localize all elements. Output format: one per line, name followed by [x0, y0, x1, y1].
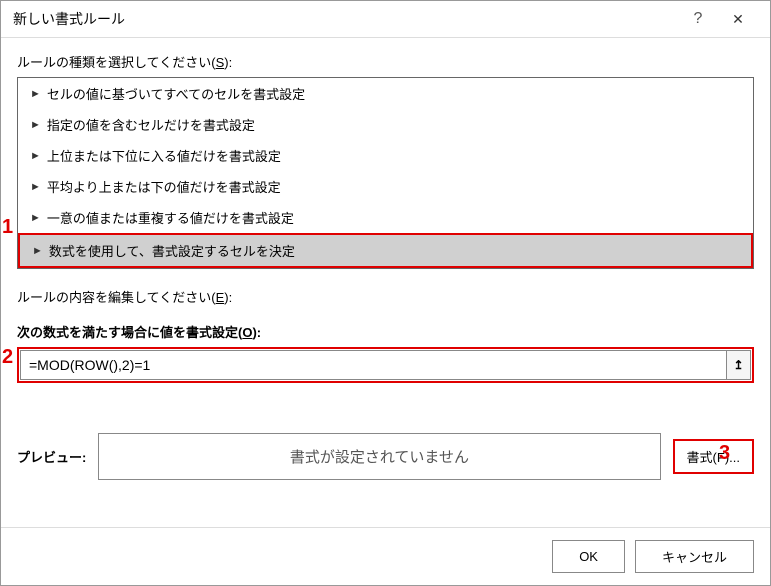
close-button[interactable]: ✕: [718, 11, 758, 28]
rule-type-section-label: ルールの種類を選択してください(S):: [17, 52, 754, 71]
arrow-icon: ►: [30, 150, 41, 162]
preview-row: プレビュー: 書式が設定されていません 書式(F)...: [17, 433, 754, 480]
dialog-content: ルールの種類を選択してください(S): ► セルの値に基づいてすべてのセルを書式…: [1, 38, 770, 527]
rule-type-item-0[interactable]: ► セルの値に基づいてすべてのセルを書式設定: [18, 78, 753, 109]
preview-box: 書式が設定されていません: [98, 433, 660, 480]
collapse-icon: ↥: [733, 358, 743, 372]
formula-label: 次の数式を満たす場合に値を書式設定(O):: [17, 322, 754, 341]
rule-type-item-3[interactable]: ► 平均より上または下の値だけを書式設定: [18, 171, 753, 202]
help-button[interactable]: ?: [678, 10, 718, 28]
range-selector-button[interactable]: ↥: [727, 350, 751, 380]
formula-input[interactable]: [20, 350, 727, 380]
cancel-button[interactable]: キャンセル: [635, 540, 754, 573]
arrow-icon: ►: [32, 245, 43, 257]
arrow-icon: ►: [30, 181, 41, 193]
format-button[interactable]: 書式(F)...: [673, 439, 754, 474]
rule-type-item-1[interactable]: ► 指定の値を含むセルだけを書式設定: [18, 109, 753, 140]
rule-type-item-5[interactable]: ► 数式を使用して、書式設定するセルを決定: [18, 233, 753, 268]
new-format-rule-dialog: 新しい書式ルール ? ✕ ルールの種類を選択してください(S): ► セルの値に…: [0, 0, 771, 586]
rule-type-list: ► セルの値に基づいてすべてのセルを書式設定 ► 指定の値を含むセルだけを書式設…: [17, 77, 754, 269]
arrow-icon: ►: [30, 119, 41, 131]
formula-input-wrap: ↥: [17, 347, 754, 383]
dialog-title: 新しい書式ルール: [13, 9, 678, 29]
preview-label: プレビュー:: [17, 447, 86, 466]
arrow-icon: ►: [30, 212, 41, 224]
titlebar: 新しい書式ルール ? ✕: [1, 1, 770, 38]
edit-section-label: ルールの内容を編集してください(E):: [17, 287, 754, 306]
dialog-footer: OK キャンセル: [1, 527, 770, 585]
rule-type-item-4[interactable]: ► 一意の値または重複する値だけを書式設定: [18, 202, 753, 233]
rule-type-item-2[interactable]: ► 上位または下位に入る値だけを書式設定: [18, 140, 753, 171]
ok-button[interactable]: OK: [552, 540, 625, 573]
arrow-icon: ►: [30, 88, 41, 100]
